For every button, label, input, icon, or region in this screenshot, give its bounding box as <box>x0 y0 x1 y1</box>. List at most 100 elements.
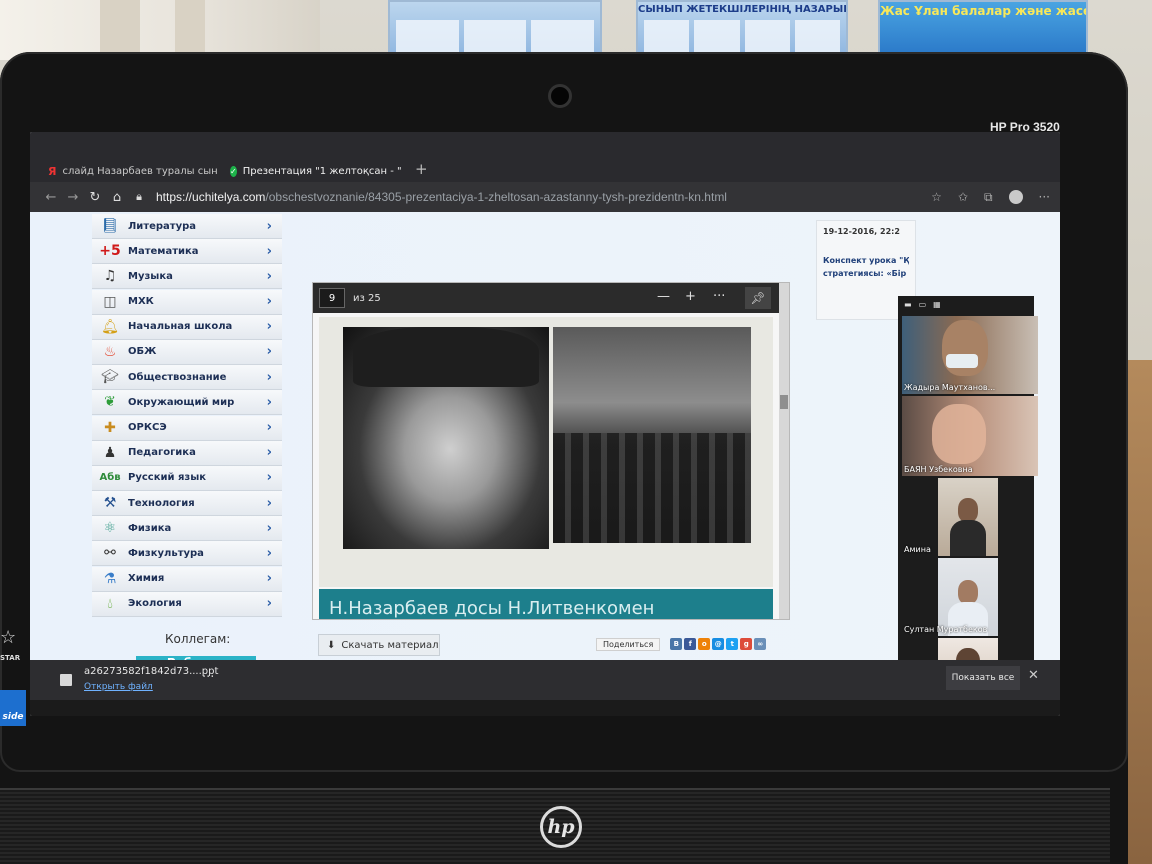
cross-icon: ✚ <box>104 419 116 436</box>
url-field[interactable]: https://uchitelya.com/obschestvoznanie/8… <box>156 190 856 204</box>
sidebar-item-ecology[interactable]: 💧︎ Экология › <box>92 591 282 617</box>
vk-icon[interactable]: В <box>670 638 683 650</box>
browser-tab-2[interactable]: ✓ Презентация "1 желтоқсан - " ✕ <box>230 160 408 182</box>
curtain <box>100 0 140 60</box>
browser-tab-1[interactable]: Я слайд Назарбаев туралы сынып <box>48 160 218 182</box>
sidebar-item-obzh[interactable]: ♨ ОБЖ › <box>92 339 282 365</box>
music-note-icon: ♫ <box>103 268 117 285</box>
favorites-icon[interactable]: ✩ <box>958 190 968 204</box>
chevron-right-icon: › <box>266 243 272 259</box>
minimize-icon[interactable]: ▬ <box>904 300 912 309</box>
material-description: Конспект урока "Қ <box>823 256 909 265</box>
sidebar-item-physics[interactable]: ⚛ Физика › <box>92 516 282 542</box>
monitor-screen: Я слайд Назарбаев туралы сынып ✓ Презент… <box>30 132 1060 716</box>
flask-icon: ⚗ <box>103 570 117 587</box>
sidebar-item-russian[interactable]: Абв Русский язык › <box>92 465 282 491</box>
google-plus-icon[interactable]: g <box>740 638 753 650</box>
star-icon[interactable]: ☆ <box>931 190 942 204</box>
participant-tile[interactable]: Султан Муратбеков <box>902 558 1038 636</box>
participant-name: Жадыра Маутханов... <box>904 383 996 392</box>
drop-icon: 💧︎ <box>107 595 113 612</box>
participant-name: Султан Муратбеков <box>904 625 988 634</box>
sidebar-item-pe[interactable]: ⚯ Физкультура › <box>92 541 282 567</box>
sidebar-item-label: Русский язык <box>128 472 207 484</box>
refresh-icon[interactable]: ↻ <box>84 190 106 205</box>
chevron-right-icon: › <box>266 495 272 511</box>
checkmark-icon: ✓ <box>230 165 237 177</box>
page-count: из 25 <box>353 292 381 304</box>
slide-canvas <box>319 317 773 587</box>
chevron-right-icon: › <box>266 394 272 410</box>
plus-five-icon: +5 <box>99 243 121 260</box>
sidebar-item-label: ОРКСЭ <box>128 422 167 433</box>
poster-title: Жас Ұлан балалар және жасөспірімдер ұйым… <box>880 4 1086 18</box>
sidebar-item-label: Начальная школа <box>128 321 233 333</box>
mail-icon[interactable]: @ <box>712 638 725 650</box>
chevron-right-icon: › <box>266 294 272 310</box>
sidebar-item-literature[interactable]: 📘︎ Литература › <box>92 214 282 239</box>
sidebar-item-music[interactable]: ♫ Музыка › <box>92 264 282 290</box>
zoom-out-icon[interactable]: — <box>657 289 670 304</box>
facebook-icon[interactable]: f <box>684 638 697 650</box>
sidebar-item-social-studies[interactable]: 🎓︎ Обществознание › <box>92 365 282 391</box>
lock-icon: 🔒︎ <box>136 190 142 203</box>
viewer-scrollbar[interactable] <box>779 283 789 619</box>
link-icon[interactable]: ∞ <box>754 638 767 650</box>
sidebar-item-orkse[interactable]: ✚ ОРКСЭ › <box>92 415 282 441</box>
close-icon[interactable]: ✕ <box>1028 668 1039 683</box>
sidebar-item-chemistry[interactable]: ⚗ Химия › <box>92 566 282 592</box>
sidebar-item-math[interactable]: +5 Математика › <box>92 239 282 265</box>
profile-avatar[interactable] <box>1008 190 1023 204</box>
sidebar-item-pedagogy[interactable]: ♟ Педагогика › <box>92 440 282 466</box>
collections-icon[interactable]: ⧉ <box>984 190 993 205</box>
more-icon[interactable]: ··· <box>1039 190 1050 204</box>
view-icon[interactable]: ▭ <box>919 300 927 309</box>
web-page: 📘︎ Литература › +5 Математика › ♫ Музыка… <box>30 212 1060 714</box>
sidebar-item-mhk[interactable]: ◫ МХК › <box>92 289 282 315</box>
abv-icon: Абв <box>99 472 121 484</box>
wall-poster-2: СЫНЫП ЖЕТЕКШІЛЕРІНІҢ НАЗАРЫНА <box>636 0 848 58</box>
home-icon[interactable]: ⌂ <box>106 190 128 205</box>
sidebar-item-primary-school[interactable]: 🔔︎ Начальная школа › <box>92 314 282 340</box>
participant-name: Амина <box>904 545 931 554</box>
webcam <box>548 84 572 108</box>
share-button[interactable]: Поделиться <box>596 637 661 651</box>
taskbar <box>30 700 1060 716</box>
forward-arrow-icon[interactable]: → <box>62 190 84 205</box>
graduation-cap-icon: 🎓︎ <box>101 369 119 386</box>
more-icon[interactable]: ··· <box>713 289 725 304</box>
chevron-right-icon: › <box>266 470 272 486</box>
sidebar-item-label: Обществознание <box>128 371 227 383</box>
new-tab-plus-icon[interactable]: + <box>415 160 428 178</box>
bell-icon: 🔔︎ <box>101 318 119 335</box>
show-all-button[interactable]: Показать все <box>946 666 1020 690</box>
barbell-icon: ⚯ <box>104 545 116 562</box>
page-number-input[interactable]: 9 <box>319 288 345 308</box>
file-icon <box>60 674 72 686</box>
grid-icon[interactable]: ▦ <box>933 300 941 309</box>
browser-tab-bar: Я слайд Назарбаев туралы сынып ✓ Презент… <box>30 132 1060 182</box>
zoom-in-icon[interactable]: + <box>685 289 696 304</box>
chevron-right-icon: › <box>266 420 272 435</box>
sidebar-item-label: Технология <box>128 497 195 509</box>
download-material-button[interactable]: ⬇ Скачать материал <box>318 634 440 656</box>
leaf-icon: ❦ <box>104 394 116 411</box>
open-file-link[interactable]: Открыть файл <box>84 682 153 692</box>
sidebar-item-world-around[interactable]: ❦ Окружающий мир › <box>92 390 282 416</box>
odnoklassniki-icon[interactable]: о <box>698 638 711 650</box>
downloaded-file-name[interactable]: a26273582f1842d73....ppt <box>84 666 218 677</box>
sidebar-item-label: Окружающий мир <box>128 396 235 408</box>
more-icon[interactable]: ··· <box>202 670 214 685</box>
window-light <box>0 0 320 60</box>
participant-tile[interactable]: Жадыра Маутханов... <box>902 316 1038 394</box>
pin-icon[interactable]: 📌︎ <box>745 287 771 309</box>
tab-label: слайд Назарбаев туралы сынып <box>62 165 218 177</box>
participant-tile[interactable]: Амина <box>902 478 1038 556</box>
twitter-icon[interactable]: t <box>726 638 739 650</box>
sidebar-item-technology[interactable]: ⚒ Технология › <box>92 491 282 517</box>
curtain <box>175 0 205 60</box>
poster-title <box>390 2 600 4</box>
sidebar-item-label: Математика <box>128 245 199 257</box>
participant-tile[interactable]: БАЯН Узбековна <box>902 396 1038 476</box>
back-arrow-icon[interactable]: ← <box>40 190 62 205</box>
